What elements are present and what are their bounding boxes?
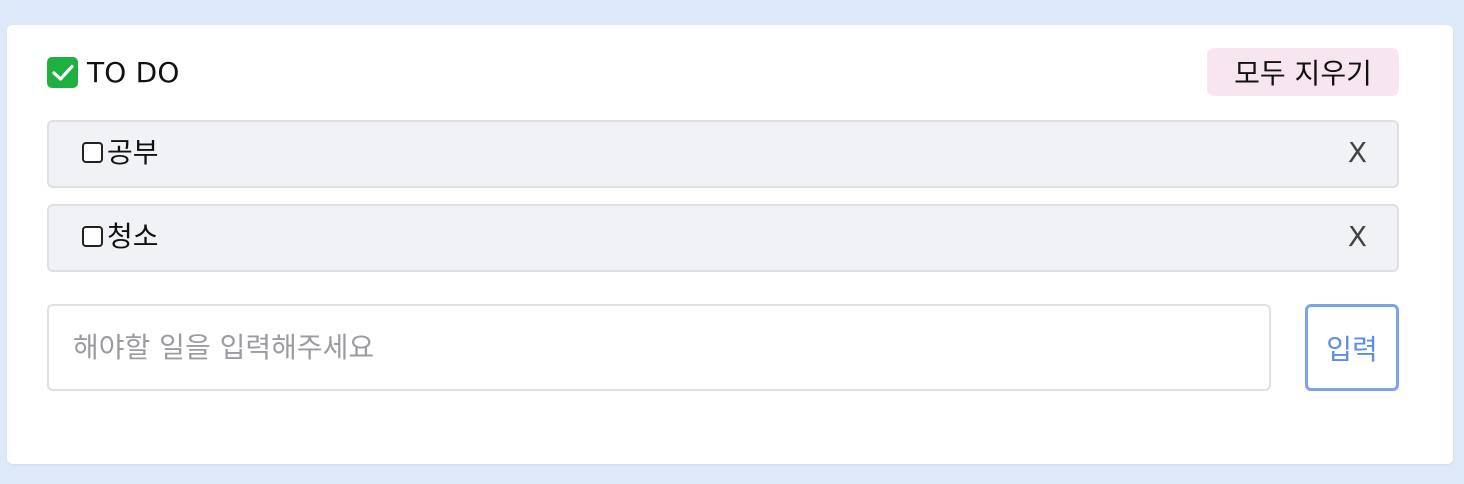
todo-text: 공부 bbox=[107, 136, 159, 169]
todo-checkbox[interactable] bbox=[82, 142, 103, 163]
page-title: TO DO bbox=[47, 56, 180, 89]
todo-input[interactable] bbox=[47, 304, 1271, 391]
todo-item: 청소 X bbox=[47, 204, 1399, 272]
add-todo-form: 입력 bbox=[47, 304, 1399, 391]
title-text: TO DO bbox=[87, 56, 180, 89]
check-mark-icon bbox=[47, 57, 78, 88]
submit-button[interactable]: 입력 bbox=[1305, 304, 1399, 391]
delete-todo-button[interactable]: X bbox=[1348, 136, 1367, 170]
todo-header: TO DO 모두 지우기 bbox=[47, 48, 1399, 96]
todo-item: 공부 X bbox=[47, 120, 1399, 188]
clear-all-button[interactable]: 모두 지우기 bbox=[1207, 48, 1399, 96]
todo-checkbox[interactable] bbox=[82, 226, 103, 247]
todo-list: 공부 X 청소 X bbox=[47, 120, 1399, 288]
delete-todo-button[interactable]: X bbox=[1348, 220, 1367, 254]
todo-text: 청소 bbox=[107, 220, 159, 253]
